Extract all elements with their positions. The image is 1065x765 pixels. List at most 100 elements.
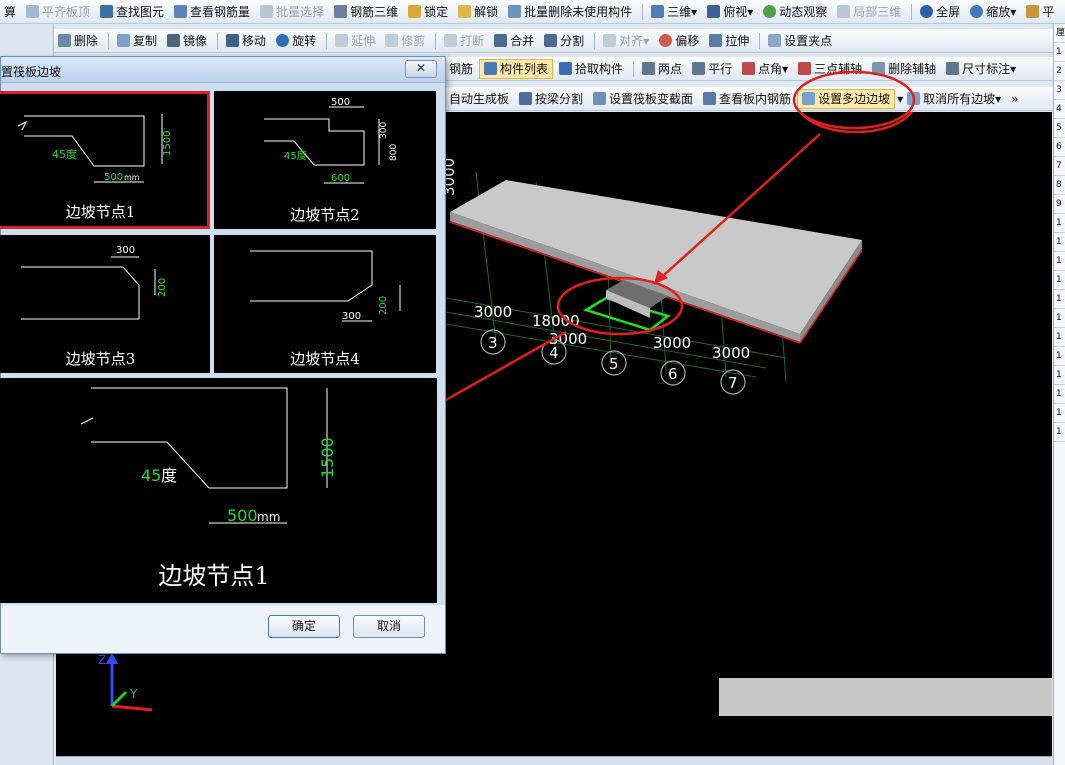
right-panel-cell[interactable]: 1 <box>1054 233 1065 252</box>
batch-delete-unused-button[interactable]: 批量删除未使用构件 <box>504 2 636 22</box>
pick-icon <box>559 62 573 75</box>
zoom-button[interactable]: 缩放 ▾ <box>966 2 1020 22</box>
right-panel-cell[interactable]: 1 <box>1054 252 1065 271</box>
right-panel-cell[interactable]: 1 <box>1054 404 1065 423</box>
parallel-icon <box>692 62 706 75</box>
cancel-button[interactable]: 取消 <box>353 615 425 638</box>
right-panel-cell[interactable]: 厘 <box>1054 24 1065 43</box>
stretch-icon <box>709 34 723 47</box>
right-panel-cell[interactable]: 1 <box>1054 366 1065 385</box>
orbit-icon <box>763 5 777 18</box>
lock-button[interactable]: 锁定 <box>404 2 452 22</box>
right-panel-cell[interactable]: 4 <box>1054 100 1065 119</box>
mirror-icon <box>167 34 181 47</box>
node1-angle: 45度 <box>52 147 77 161</box>
right-panel-cell[interactable]: 3 <box>1054 81 1065 100</box>
set-grip-button[interactable]: 设置夹点 <box>764 31 836 51</box>
tb1-item-0[interactable]: 算 <box>0 2 20 22</box>
right-panel-cell[interactable]: 9 <box>1054 195 1065 214</box>
dimension-button[interactable]: 尺寸标注 ▾ <box>942 59 1020 79</box>
split-beam-icon <box>519 92 533 105</box>
node3-dim-v: 200 <box>157 278 168 297</box>
slope-node-3[interactable]: 300 200 边坡节点3 <box>0 235 210 373</box>
rebar-icon <box>174 5 188 18</box>
point-angle-button[interactable]: 点角 ▾ <box>738 59 792 79</box>
slope-dialog: 置筏板边坡 ✕ 45度 500 mm 1500 边坡节点1 500 45度 60… <box>0 56 446 654</box>
fullscreen-button[interactable]: 全屏 <box>916 2 964 22</box>
local-3d-button[interactable]: 局部三维 <box>833 2 905 22</box>
delete-button[interactable]: 删除 <box>54 31 102 51</box>
auto-generate-slab-button[interactable]: 自动生成板 <box>445 89 513 109</box>
x-axis-line <box>111 704 153 712</box>
right-panel-cell[interactable]: 1 <box>1054 309 1065 328</box>
copy-icon <box>117 34 131 47</box>
fullscreen-icon <box>920 5 934 18</box>
top-view-button[interactable]: 俯视 ▾ <box>703 2 757 22</box>
right-panel-cell[interactable]: 1 <box>1054 43 1065 62</box>
merge-button[interactable]: 合并 <box>490 31 538 51</box>
rebar-3d-button[interactable]: 钢筋三维 <box>330 2 402 22</box>
right-panel-cell[interactable]: 1 <box>1054 290 1065 309</box>
right-panel-cell[interactable]: 1 <box>1054 271 1065 290</box>
trim-button[interactable]: 修剪 <box>381 31 429 51</box>
list-icon <box>484 62 498 75</box>
node4-dim-v: 200 <box>378 296 389 315</box>
dialog-close-button[interactable]: ✕ <box>405 60 437 78</box>
unlock-button[interactable]: 解锁 <box>454 2 502 22</box>
slope-node-1[interactable]: 45度 500 mm 1500 边坡节点1 <box>0 91 210 229</box>
component-list-button[interactable]: 构件列表 <box>479 58 554 79</box>
slope-node-4[interactable]: 300 200 边坡节点4 <box>214 235 436 373</box>
node4-dim-h: 300 <box>342 311 361 322</box>
batch-select-button[interactable]: 批量选择 <box>256 2 328 22</box>
node1-dim-h: 500 <box>104 172 123 183</box>
component-toolbar: 钢筋 构件列表 拾取构件 两点 平行 点角 ▾ 三点辅轴 删除辅轴 尺寸标注 ▾ <box>445 57 1065 81</box>
dynamic-orbit-button[interactable]: 动态观察 <box>759 2 831 22</box>
right-panel-cell[interactable]: 1 <box>1054 328 1065 347</box>
align-button[interactable]: 对齐 ▾ <box>599 31 653 51</box>
separator <box>759 32 761 49</box>
right-panel-cell[interactable]: 1 <box>1054 385 1065 404</box>
pick-component-button[interactable]: 拾取构件 <box>555 59 627 79</box>
split-button[interactable]: 分割 <box>540 31 588 51</box>
dialog-titlebar: 置筏板边坡 ✕ <box>1 57 445 83</box>
parallel-axis-button[interactable]: 平行 <box>688 59 736 79</box>
toolbar-overflow-button[interactable]: » <box>1007 89 1022 109</box>
mirror-button[interactable]: 镜像 <box>163 31 211 51</box>
extend-button[interactable]: 延伸 <box>331 31 379 51</box>
move-button[interactable]: 移动 <box>222 31 270 51</box>
right-panel-cell[interactable]: 5 <box>1054 119 1065 138</box>
find-element-button[interactable]: 查找图元 <box>96 2 168 22</box>
dialog-title: 置筏板边坡 <box>1 65 62 79</box>
two-point-axis-button[interactable]: 两点 <box>638 59 686 79</box>
y-axis-line <box>110 690 128 708</box>
view-rebar-quantity-button[interactable]: 查看钢筋量 <box>170 2 254 22</box>
break-icon <box>444 34 458 47</box>
stretch-button[interactable]: 拉伸 <box>705 31 753 51</box>
pan-button[interactable]: 平 <box>1022 2 1058 22</box>
right-panel-cell[interactable]: 7 <box>1054 157 1065 176</box>
3d-view-button[interactable]: 三维 ▾ <box>647 2 701 22</box>
cube-icon <box>651 5 665 18</box>
rebar-tab[interactable]: 钢筋 <box>445 59 477 79</box>
right-panel-cell[interactable]: 1 <box>1054 214 1065 233</box>
ok-button[interactable]: 确定 <box>268 615 340 638</box>
right-panel-cell[interactable]: 2 <box>1054 62 1065 81</box>
split-by-beam-button[interactable]: 按梁分割 <box>515 89 587 109</box>
rotate-button[interactable]: 旋转 <box>272 31 320 51</box>
flush-slab-top-button[interactable]: 平齐板顶 <box>22 2 94 22</box>
set-variable-section-button[interactable]: 设置筏板变截面 <box>589 89 697 109</box>
variable-section-icon <box>593 92 607 105</box>
view-slab-rebar-button[interactable]: 查看板内钢筋 <box>699 89 795 109</box>
copy-button[interactable]: 复制 <box>113 31 161 51</box>
dim-label-2: 18000 <box>532 312 580 330</box>
right-panel-cell[interactable]: 1 <box>1054 423 1065 442</box>
offset-button[interactable]: 偏移 <box>655 31 703 51</box>
break-button[interactable]: 打断 <box>440 31 488 51</box>
right-panel-cell[interactable]: 8 <box>1054 176 1065 195</box>
slab-toolbar: 自动生成板 按梁分割 设置筏板变截面 查看板内钢筋 设置多边边坡 ▾ 取消所有边坡… <box>445 87 1065 111</box>
right-panel-cell[interactable]: 1 <box>1054 347 1065 366</box>
right-panel-cell[interactable]: 6 <box>1054 138 1065 157</box>
slope-node-2[interactable]: 500 45度 600 300 800 边坡节点2 <box>214 91 436 229</box>
node1-dim-v: 1500 <box>162 131 173 156</box>
node4-caption: 边坡节点4 <box>290 350 360 368</box>
